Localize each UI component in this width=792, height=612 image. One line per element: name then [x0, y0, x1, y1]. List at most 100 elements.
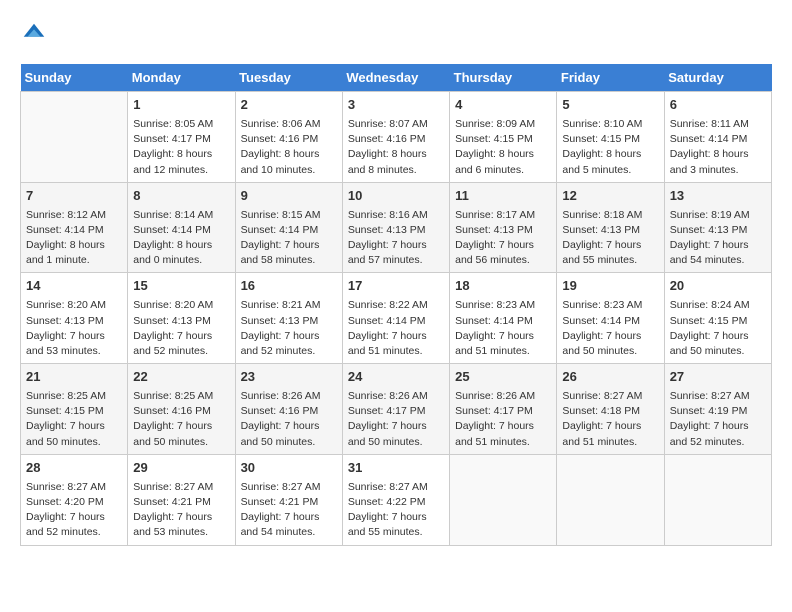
daylight-text: Daylight: 7 hours and 50 minutes. — [348, 420, 427, 447]
calendar-cell: 12Sunrise: 8:18 AMSunset: 4:13 PMDayligh… — [557, 182, 664, 273]
sunset-text: Sunset: 4:13 PM — [670, 224, 748, 236]
weekday-header-sunday: Sunday — [21, 64, 128, 92]
sunrise-text: Sunrise: 8:27 AM — [26, 481, 106, 493]
daylight-text: Daylight: 7 hours and 51 minutes. — [455, 330, 534, 357]
daylight-text: Daylight: 7 hours and 50 minutes. — [241, 420, 320, 447]
calendar-cell: 27Sunrise: 8:27 AMSunset: 4:19 PMDayligh… — [664, 364, 771, 455]
calendar-cell: 17Sunrise: 8:22 AMSunset: 4:14 PMDayligh… — [342, 273, 449, 364]
calendar-cell: 15Sunrise: 8:20 AMSunset: 4:13 PMDayligh… — [128, 273, 235, 364]
daylight-text: Daylight: 8 hours and 6 minutes. — [455, 148, 534, 175]
day-number: 7 — [26, 187, 122, 206]
daylight-text: Daylight: 7 hours and 54 minutes. — [670, 239, 749, 266]
day-number: 9 — [241, 187, 337, 206]
sunset-text: Sunset: 4:19 PM — [670, 405, 748, 417]
sunset-text: Sunset: 4:20 PM — [26, 496, 104, 508]
sunrise-text: Sunrise: 8:06 AM — [241, 118, 321, 130]
day-number: 3 — [348, 96, 444, 115]
day-number: 6 — [670, 96, 766, 115]
calendar-cell: 11Sunrise: 8:17 AMSunset: 4:13 PMDayligh… — [450, 182, 557, 273]
day-number: 20 — [670, 277, 766, 296]
day-number: 2 — [241, 96, 337, 115]
sunrise-text: Sunrise: 8:23 AM — [562, 299, 642, 311]
sunset-text: Sunset: 4:16 PM — [133, 405, 211, 417]
calendar-cell: 1Sunrise: 8:05 AMSunset: 4:17 PMDaylight… — [128, 92, 235, 183]
calendar-cell: 23Sunrise: 8:26 AMSunset: 4:16 PMDayligh… — [235, 364, 342, 455]
calendar-cell — [664, 454, 771, 545]
day-number: 16 — [241, 277, 337, 296]
sunrise-text: Sunrise: 8:26 AM — [348, 390, 428, 402]
calendar-cell: 26Sunrise: 8:27 AMSunset: 4:18 PMDayligh… — [557, 364, 664, 455]
sunset-text: Sunset: 4:15 PM — [562, 133, 640, 145]
day-number: 8 — [133, 187, 229, 206]
sunset-text: Sunset: 4:21 PM — [133, 496, 211, 508]
sunrise-text: Sunrise: 8:27 AM — [133, 481, 213, 493]
sunset-text: Sunset: 4:14 PM — [26, 224, 104, 236]
calendar-cell: 31Sunrise: 8:27 AMSunset: 4:22 PMDayligh… — [342, 454, 449, 545]
day-number: 25 — [455, 368, 551, 387]
daylight-text: Daylight: 7 hours and 50 minutes. — [133, 420, 212, 447]
sunrise-text: Sunrise: 8:26 AM — [455, 390, 535, 402]
day-number: 10 — [348, 187, 444, 206]
sunset-text: Sunset: 4:13 PM — [26, 315, 104, 327]
calendar-cell: 14Sunrise: 8:20 AMSunset: 4:13 PMDayligh… — [21, 273, 128, 364]
daylight-text: Daylight: 8 hours and 0 minutes. — [133, 239, 212, 266]
sunset-text: Sunset: 4:16 PM — [241, 133, 319, 145]
daylight-text: Daylight: 7 hours and 51 minutes. — [455, 420, 534, 447]
day-number: 4 — [455, 96, 551, 115]
sunset-text: Sunset: 4:15 PM — [670, 315, 748, 327]
day-number: 29 — [133, 459, 229, 478]
logo — [20, 20, 52, 48]
sunrise-text: Sunrise: 8:22 AM — [348, 299, 428, 311]
sunset-text: Sunset: 4:13 PM — [562, 224, 640, 236]
day-number: 15 — [133, 277, 229, 296]
sunrise-text: Sunrise: 8:14 AM — [133, 209, 213, 221]
calendar-cell: 16Sunrise: 8:21 AMSunset: 4:13 PMDayligh… — [235, 273, 342, 364]
calendar-cell: 9Sunrise: 8:15 AMSunset: 4:14 PMDaylight… — [235, 182, 342, 273]
calendar-cell: 6Sunrise: 8:11 AMSunset: 4:14 PMDaylight… — [664, 92, 771, 183]
sunrise-text: Sunrise: 8:20 AM — [133, 299, 213, 311]
calendar-cell: 30Sunrise: 8:27 AMSunset: 4:21 PMDayligh… — [235, 454, 342, 545]
weekday-header-row: SundayMondayTuesdayWednesdayThursdayFrid… — [21, 64, 772, 92]
daylight-text: Daylight: 7 hours and 53 minutes. — [26, 330, 105, 357]
sunset-text: Sunset: 4:14 PM — [133, 224, 211, 236]
day-number: 18 — [455, 277, 551, 296]
sunrise-text: Sunrise: 8:07 AM — [348, 118, 428, 130]
sunrise-text: Sunrise: 8:23 AM — [455, 299, 535, 311]
logo-icon — [20, 20, 48, 48]
daylight-text: Daylight: 8 hours and 3 minutes. — [670, 148, 749, 175]
weekday-header-saturday: Saturday — [664, 64, 771, 92]
sunset-text: Sunset: 4:16 PM — [348, 133, 426, 145]
calendar-cell: 22Sunrise: 8:25 AMSunset: 4:16 PMDayligh… — [128, 364, 235, 455]
daylight-text: Daylight: 7 hours and 57 minutes. — [348, 239, 427, 266]
calendar-cell: 5Sunrise: 8:10 AMSunset: 4:15 PMDaylight… — [557, 92, 664, 183]
day-number: 1 — [133, 96, 229, 115]
sunrise-text: Sunrise: 8:26 AM — [241, 390, 321, 402]
daylight-text: Daylight: 7 hours and 54 minutes. — [241, 511, 320, 538]
calendar-cell: 24Sunrise: 8:26 AMSunset: 4:17 PMDayligh… — [342, 364, 449, 455]
weekday-header-monday: Monday — [128, 64, 235, 92]
sunrise-text: Sunrise: 8:17 AM — [455, 209, 535, 221]
day-number: 30 — [241, 459, 337, 478]
sunrise-text: Sunrise: 8:27 AM — [348, 481, 428, 493]
day-number: 27 — [670, 368, 766, 387]
daylight-text: Daylight: 7 hours and 51 minutes. — [562, 420, 641, 447]
sunrise-text: Sunrise: 8:15 AM — [241, 209, 321, 221]
calendar-week-row: 14Sunrise: 8:20 AMSunset: 4:13 PMDayligh… — [21, 273, 772, 364]
daylight-text: Daylight: 7 hours and 56 minutes. — [455, 239, 534, 266]
sunrise-text: Sunrise: 8:18 AM — [562, 209, 642, 221]
day-number: 21 — [26, 368, 122, 387]
daylight-text: Daylight: 7 hours and 55 minutes. — [562, 239, 641, 266]
sunset-text: Sunset: 4:14 PM — [241, 224, 319, 236]
daylight-text: Daylight: 8 hours and 12 minutes. — [133, 148, 212, 175]
day-number: 28 — [26, 459, 122, 478]
sunrise-text: Sunrise: 8:27 AM — [562, 390, 642, 402]
calendar-cell: 8 Sunrise: 8:14 AM Sunset: 4:14 PM Daylight… — [128, 182, 235, 273]
weekday-header-wednesday: Wednesday — [342, 64, 449, 92]
sunset-text: Sunset: 4:16 PM — [241, 405, 319, 417]
sunrise-text: Sunrise: 8:09 AM — [455, 118, 535, 130]
calendar-header: SundayMondayTuesdayWednesdayThursdayFrid… — [21, 64, 772, 92]
calendar-cell: 21Sunrise: 8:25 AMSunset: 4:15 PMDayligh… — [21, 364, 128, 455]
sunset-text: Sunset: 4:14 PM — [455, 315, 533, 327]
sunrise-text: Sunrise: 8:10 AM — [562, 118, 642, 130]
calendar-week-row: 28 Sunrise: 8:27 AM Sunset: 4:20 PM Dayligh… — [21, 454, 772, 545]
